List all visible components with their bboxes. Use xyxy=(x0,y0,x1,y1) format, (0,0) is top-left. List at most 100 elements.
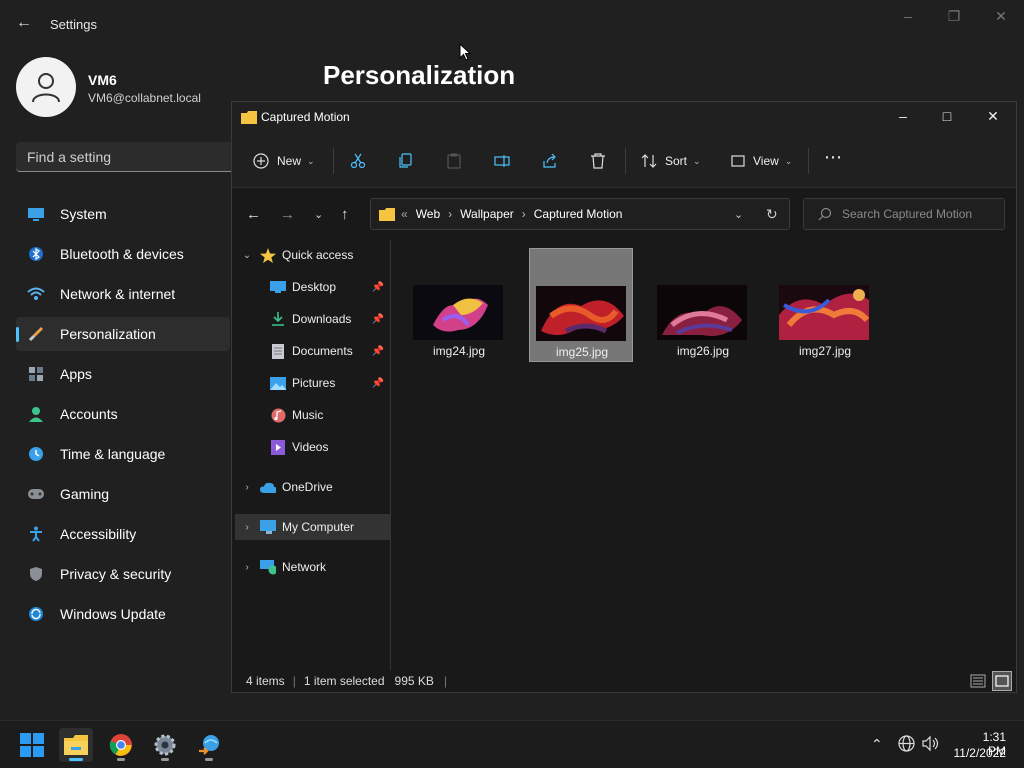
pin-icon[interactable]: 📌 xyxy=(372,378,384,389)
chevron-down-icon[interactable]: ⌄ xyxy=(734,208,743,221)
tree-item-quick-access[interactable]: ⌄ Quick access xyxy=(232,242,388,268)
cut-button[interactable] xyxy=(350,151,366,171)
file-list: img24.jpg img25.jpg img26.jpg img27.jpg xyxy=(392,240,1016,672)
close-icon[interactable]: ✕ xyxy=(983,108,1003,126)
tree-item-pictures[interactable]: Pictures 📌 xyxy=(232,370,388,396)
taskbar-remote-app[interactable] xyxy=(192,728,226,762)
taskbar: ⌃ xyxy=(0,720,1024,768)
nav-item-label: Personalization xyxy=(60,326,156,342)
cloud-icon xyxy=(260,480,276,494)
up-icon[interactable]: ↑ xyxy=(341,206,349,223)
recent-locations-icon[interactable]: ⌄ xyxy=(314,208,323,221)
status-divider: | xyxy=(443,674,448,688)
delete-button[interactable] xyxy=(590,151,606,171)
apps-icon xyxy=(26,366,46,382)
details-view-icon[interactable] xyxy=(970,673,986,692)
chevron-up-icon[interactable]: ⌃ xyxy=(871,736,883,753)
page-title: Personalization xyxy=(323,60,516,90)
more-options-button[interactable]: ⋯ xyxy=(824,147,842,167)
paste-button[interactable] xyxy=(446,151,462,171)
active-indicator xyxy=(69,758,83,761)
breadcrumb-wallpaper[interactable]: Wallpaper xyxy=(460,207,514,221)
clock-globe-icon xyxy=(26,446,46,462)
tree-label: Downloads xyxy=(292,312,352,326)
forward-icon[interactable]: → xyxy=(280,206,295,223)
pin-icon[interactable]: 📌 xyxy=(372,282,384,293)
explorer-titlebar[interactable]: Captured Motion – □ ✕ xyxy=(232,102,1016,132)
start-button[interactable] xyxy=(15,728,49,762)
pin-icon[interactable]: 📌 xyxy=(372,346,384,357)
network-globe-icon[interactable] xyxy=(898,735,915,757)
back-arrow-icon[interactable]: ← xyxy=(16,14,32,32)
breadcrumb-web[interactable]: Web xyxy=(416,207,440,221)
pane-divider[interactable] xyxy=(390,240,391,670)
nav-item-privacy[interactable]: Privacy & security xyxy=(16,557,230,591)
running-indicator xyxy=(161,758,169,761)
nav-item-label: Time & language xyxy=(60,446,166,462)
rename-button[interactable] xyxy=(494,151,510,171)
image-thumbnail xyxy=(657,285,747,340)
copy-button[interactable] xyxy=(398,151,414,171)
nav-item-bluetooth[interactable]: Bluetooth & devices xyxy=(16,237,230,271)
navigation-pane: ⌄ Quick access Desktop 📌 Downloads 📌 Doc… xyxy=(232,240,391,672)
file-tile-img24[interactable]: img24.jpg xyxy=(407,248,511,362)
refresh-icon[interactable]: ↻ xyxy=(766,206,778,223)
taskbar-settings[interactable] xyxy=(148,728,182,762)
close-icon[interactable]: ✕ xyxy=(993,8,1009,24)
tree-item-documents[interactable]: Documents 📌 xyxy=(232,338,388,364)
pin-icon[interactable]: 📌 xyxy=(372,314,384,325)
tree-item-network[interactable]: › Network xyxy=(232,554,388,580)
nav-item-personalization[interactable]: Personalization xyxy=(16,317,230,351)
view-button[interactable]: View ⌄ xyxy=(731,151,792,171)
new-button[interactable]: New ⌄ xyxy=(253,151,315,171)
clock-date[interactable]: 11/2/2022 xyxy=(950,746,1007,760)
avatar[interactable] xyxy=(16,57,76,117)
search-input[interactable]: Search Captured Motion xyxy=(803,198,1005,230)
share-button[interactable] xyxy=(542,151,558,171)
globe-arrow-icon xyxy=(199,735,219,755)
nav-item-accessibility[interactable]: Accessibility xyxy=(16,517,230,551)
nav-item-gaming[interactable]: Gaming xyxy=(16,477,230,511)
nav-item-network[interactable]: Network & internet xyxy=(16,277,230,311)
tree-item-onedrive[interactable]: › OneDrive xyxy=(232,474,388,500)
tree-item-my-computer[interactable]: › My Computer xyxy=(235,514,391,540)
minimize-icon[interactable]: – xyxy=(900,8,916,24)
chevron-down-icon[interactable]: ⌄ xyxy=(240,250,254,261)
tree-item-downloads[interactable]: Downloads 📌 xyxy=(232,306,388,332)
system-icon xyxy=(26,206,46,222)
chevron-right-icon[interactable]: › xyxy=(240,522,254,533)
chevron-right-icon[interactable]: › xyxy=(240,482,254,493)
taskbar-file-explorer[interactable] xyxy=(59,728,93,762)
tree-item-music[interactable]: Music xyxy=(232,402,388,428)
nav-item-label: Windows Update xyxy=(60,606,166,622)
file-tile-img26[interactable]: img26.jpg xyxy=(651,248,755,362)
tree-item-desktop[interactable]: Desktop 📌 xyxy=(232,274,388,300)
search-input[interactable]: Find a setting xyxy=(16,142,246,172)
large-icons-view-icon[interactable] xyxy=(992,671,1012,691)
tree-label: Network xyxy=(282,560,327,574)
volume-icon[interactable] xyxy=(922,735,940,757)
breadcrumb-overflow[interactable]: « xyxy=(401,207,408,221)
restore-icon[interactable]: ❐ xyxy=(946,8,962,24)
back-icon[interactable]: ← xyxy=(246,206,261,223)
nav-item-system[interactable]: System xyxy=(16,197,230,231)
view-icon xyxy=(731,155,745,167)
folder-icon xyxy=(241,111,257,124)
chrome-icon xyxy=(109,734,132,756)
nav-item-apps[interactable]: Apps xyxy=(16,357,230,391)
sort-button[interactable]: Sort ⌄ xyxy=(641,151,701,171)
maximize-icon[interactable]: □ xyxy=(937,108,957,126)
nav-item-windows-update[interactable]: Windows Update xyxy=(16,597,230,631)
image-thumbnail xyxy=(779,285,869,340)
nav-item-time-language[interactable]: Time & language xyxy=(16,437,230,471)
file-tile-img25[interactable]: img25.jpg xyxy=(529,248,633,362)
minimize-icon[interactable]: – xyxy=(893,108,913,126)
nav-item-accounts[interactable]: Accounts xyxy=(16,397,230,431)
tree-item-videos[interactable]: Videos xyxy=(232,434,388,460)
address-bar[interactable]: « Web › Wallpaper › Captured Motion ⌄ ↻ xyxy=(370,198,790,230)
taskbar-chrome[interactable] xyxy=(104,728,138,762)
breadcrumb-captured-motion[interactable]: Captured Motion xyxy=(534,207,623,221)
chevron-right-icon[interactable]: › xyxy=(240,562,254,573)
accessibility-icon xyxy=(26,526,46,542)
file-tile-img27[interactable]: img27.jpg xyxy=(773,248,877,362)
